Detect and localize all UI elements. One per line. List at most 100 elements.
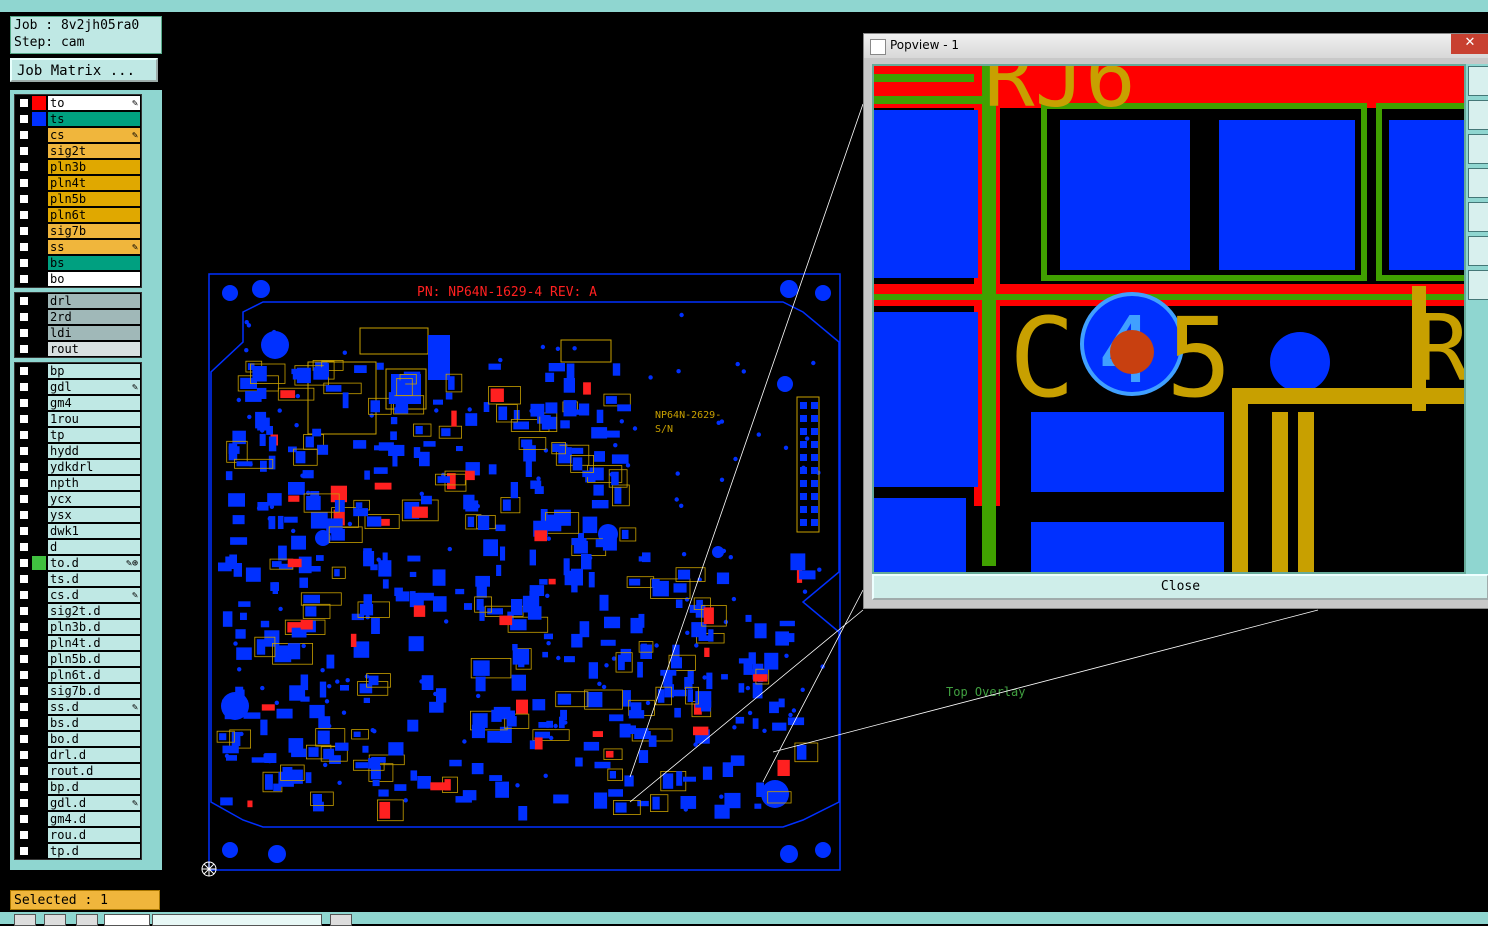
layer-checkbox[interactable] xyxy=(19,242,29,252)
layer-row[interactable]: rout xyxy=(15,341,141,357)
layer-row[interactable]: ss.d ✎ xyxy=(15,699,141,715)
layer-row[interactable]: pln3b.d xyxy=(15,619,141,635)
layer-row[interactable]: dwk1 xyxy=(15,523,141,539)
layer-row[interactable]: drl.d xyxy=(15,747,141,763)
layer-checkbox[interactable] xyxy=(19,430,29,440)
tool-icon-1[interactable] xyxy=(14,914,36,926)
layer-row[interactable]: sig7b.d xyxy=(15,683,141,699)
popview-canvas[interactable]: RJ6 C 4 5 R xyxy=(872,28,1472,574)
zoom-in-icon[interactable] xyxy=(1468,66,1488,96)
layer-row[interactable]: ldi xyxy=(15,325,141,341)
layer-checkbox[interactable] xyxy=(19,328,29,338)
layer-checkbox[interactable] xyxy=(19,258,29,268)
layer-checkbox[interactable] xyxy=(19,766,29,776)
layer-row[interactable]: ydkdrl xyxy=(15,459,141,475)
layer-row[interactable]: 2rd xyxy=(15,309,141,325)
layer-checkbox[interactable] xyxy=(19,462,29,472)
layer-row[interactable]: pln4t.d xyxy=(15,635,141,651)
layer-row[interactable]: ss ✎ xyxy=(15,239,141,255)
layer-checkbox[interactable] xyxy=(19,654,29,664)
tool-icon-2[interactable] xyxy=(44,914,66,926)
layer-checkbox[interactable] xyxy=(19,798,29,808)
layer-row[interactable]: cs ✎ xyxy=(15,127,141,143)
layer-checkbox[interactable] xyxy=(19,98,29,108)
layer-checkbox[interactable] xyxy=(19,398,29,408)
pan-right-icon[interactable] xyxy=(1468,202,1488,232)
tool-field-2[interactable] xyxy=(152,914,322,926)
popview-window[interactable]: Popview - 1 ✕ RJ6 C 5 R Close xyxy=(863,28,1488,609)
layer-row[interactable]: pln5b xyxy=(15,191,141,207)
layer-checkbox[interactable] xyxy=(19,670,29,680)
job-matrix-button[interactable]: Job Matrix ... xyxy=(10,58,158,82)
layer-row[interactable]: pln5b.d xyxy=(15,651,141,667)
layer-row[interactable]: bo.d xyxy=(15,731,141,747)
zoom-area-icon[interactable] xyxy=(1468,270,1488,300)
layer-checkbox[interactable] xyxy=(19,702,29,712)
layer-checkbox[interactable] xyxy=(19,130,29,140)
layer-row[interactable]: gdl ✎ xyxy=(15,379,141,395)
fit-icon[interactable] xyxy=(1468,236,1488,266)
layer-checkbox[interactable] xyxy=(19,782,29,792)
layer-row[interactable]: rout.d xyxy=(15,763,141,779)
zoom-view[interactable]: RJ6 C 4 5 R xyxy=(874,28,1472,572)
layer-checkbox[interactable] xyxy=(19,686,29,696)
layer-row[interactable]: npth xyxy=(15,475,141,491)
tool-icon-4[interactable] xyxy=(330,914,352,926)
layer-row[interactable]: bs.d xyxy=(15,715,141,731)
layer-row[interactable]: d xyxy=(15,539,141,555)
layer-row[interactable]: pln6t xyxy=(15,207,141,223)
layer-checkbox[interactable] xyxy=(19,558,29,568)
popview-close-button[interactable]: Close xyxy=(872,574,1488,600)
layer-row[interactable]: pln4t xyxy=(15,175,141,191)
layer-row[interactable]: sig2t.d xyxy=(15,603,141,619)
layer-checkbox[interactable] xyxy=(19,542,29,552)
layer-checkbox[interactable] xyxy=(19,590,29,600)
layer-row[interactable]: bp.d xyxy=(15,779,141,795)
layer-checkbox[interactable] xyxy=(19,146,29,156)
layer-row[interactable]: hydd xyxy=(15,443,141,459)
layer-checkbox[interactable] xyxy=(19,846,29,856)
layer-row[interactable]: gdl.d ✎ xyxy=(15,795,141,811)
tool-field[interactable] xyxy=(104,914,150,926)
layer-row[interactable]: gm4 xyxy=(15,395,141,411)
layer-checkbox[interactable] xyxy=(19,210,29,220)
layer-checkbox[interactable] xyxy=(19,606,29,616)
layer-checkbox[interactable] xyxy=(19,178,29,188)
layer-checkbox[interactable] xyxy=(19,638,29,648)
layer-checkbox[interactable] xyxy=(19,830,29,840)
layer-row[interactable]: 1rou xyxy=(15,411,141,427)
layer-checkbox[interactable] xyxy=(19,574,29,584)
layer-row[interactable]: bs xyxy=(15,255,141,271)
layer-checkbox[interactable] xyxy=(19,382,29,392)
layer-row[interactable]: bp xyxy=(15,363,141,379)
layer-checkbox[interactable] xyxy=(19,526,29,536)
layer-checkbox[interactable] xyxy=(19,344,29,354)
layer-checkbox[interactable] xyxy=(19,366,29,376)
layer-checkbox[interactable] xyxy=(19,312,29,322)
layer-row[interactable]: ycx xyxy=(15,491,141,507)
layer-checkbox[interactable] xyxy=(19,414,29,424)
layer-row[interactable]: drl xyxy=(15,293,141,309)
layer-checkbox[interactable] xyxy=(19,478,29,488)
layer-checkbox[interactable] xyxy=(19,162,29,172)
layer-row[interactable]: pln6t.d xyxy=(15,667,141,683)
pan-down-icon[interactable] xyxy=(1468,134,1488,164)
layer-checkbox[interactable] xyxy=(19,226,29,236)
layer-checkbox[interactable] xyxy=(19,114,29,124)
pan-left-icon[interactable] xyxy=(1468,168,1488,198)
layer-row[interactable]: cs.d ✎ xyxy=(15,587,141,603)
pan-up-icon[interactable] xyxy=(1468,100,1488,130)
layer-row[interactable]: tp.d xyxy=(15,843,141,859)
layer-row[interactable]: rou.d xyxy=(15,827,141,843)
layer-checkbox[interactable] xyxy=(19,494,29,504)
layer-checkbox[interactable] xyxy=(19,750,29,760)
layer-checkbox[interactable] xyxy=(19,274,29,284)
layer-row[interactable]: to.d ✎⊕ xyxy=(15,555,141,571)
tool-icon-3[interactable] xyxy=(76,914,98,926)
layer-row[interactable]: to ✎ xyxy=(15,95,141,111)
layer-checkbox[interactable] xyxy=(19,814,29,824)
layer-checkbox[interactable] xyxy=(19,734,29,744)
layer-row[interactable]: ts xyxy=(15,111,141,127)
layer-row[interactable]: ysx xyxy=(15,507,141,523)
layer-row[interactable]: tp xyxy=(15,427,141,443)
